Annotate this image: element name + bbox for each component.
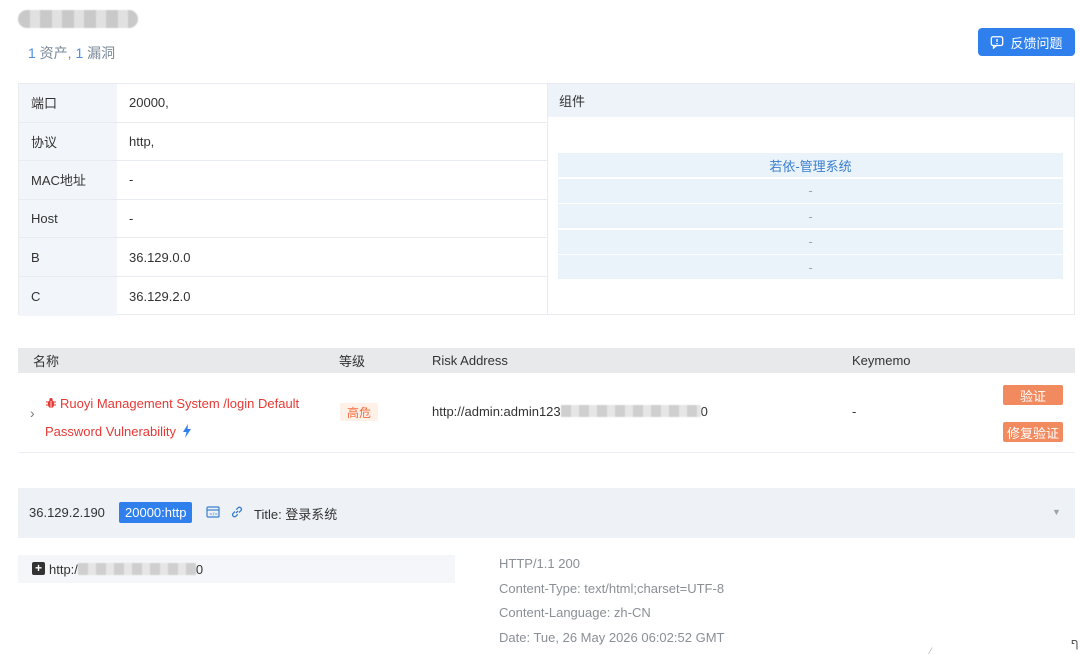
- bolt-icon: [183, 424, 192, 438]
- caret-down-icon[interactable]: ▼: [1052, 507, 1061, 517]
- service-title: Title: 登录系统: [254, 507, 338, 522]
- code-window-icon[interactable]: </>: [206, 505, 220, 519]
- risk-address-suffix: 0: [700, 404, 708, 419]
- info-row-host: Host -: [19, 199, 547, 239]
- column-header-name: 名称: [33, 354, 60, 369]
- info-row-mac: MAC地址 -: [19, 161, 547, 200]
- component-item: -: [558, 204, 1063, 228]
- info-value: 20000,: [129, 95, 169, 111]
- vuln-label: 漏洞: [83, 45, 116, 61]
- components-list: 若依-管理系统 - - - -: [558, 153, 1063, 281]
- info-key: 协议: [19, 122, 117, 161]
- column-header-keymemo: Keymemo: [852, 353, 911, 368]
- vuln-table-header: 名称 等级 Risk Address Keymemo: [18, 348, 1075, 373]
- asset-label: 资产,: [35, 45, 76, 61]
- url-row[interactable]: + http:/ 0: [18, 555, 455, 583]
- vuln-table-row: › Ruoyi Management System /login Default…: [18, 373, 1075, 453]
- http-response-headers: HTTP/1.1 200 Content-Type: text/html;cha…: [499, 552, 724, 650]
- service-ip: 36.129.2.190: [29, 505, 105, 520]
- feedback-icon: [991, 36, 1004, 49]
- feedback-label: 反馈问题: [1010, 35, 1063, 51]
- component-item: -: [558, 255, 1063, 279]
- http-line: Date: Tue, 26 May 2026 06:02:52 GMT: [499, 629, 725, 645]
- info-key: 端口: [19, 84, 117, 122]
- severity-badge: 高危: [340, 403, 378, 421]
- floating-widget-icon[interactable]: ף: [1071, 636, 1078, 650]
- vuln-name-link[interactable]: Ruoyi Management System /login Default P…: [45, 390, 325, 446]
- url-suffix: 0: [195, 562, 204, 577]
- components-header: 组件: [548, 84, 1074, 117]
- column-header-level: 等级: [339, 354, 366, 369]
- redacted-page-title: [18, 10, 138, 28]
- service-url: http:/ 0: [49, 562, 203, 577]
- component-item: -: [558, 178, 1063, 203]
- info-key: Host: [19, 199, 117, 238]
- risk-address: http://admin:admin123 0: [432, 404, 708, 419]
- vuln-name-text: Ruoyi Management System /login Default P…: [45, 396, 300, 439]
- resize-handle-icon: ⁄: [930, 646, 932, 654]
- keymemo-value: -: [852, 404, 857, 419]
- http-line: Content-Type: text/html;charset=UTF-8: [499, 580, 725, 596]
- info-value: 36.129.2.0: [129, 288, 191, 304]
- info-value: -: [129, 172, 134, 188]
- info-value: -: [129, 211, 134, 227]
- plus-square-icon[interactable]: +: [32, 562, 45, 575]
- asset-count: 1: [28, 45, 36, 61]
- info-row-c-segment: C 36.129.2.0: [19, 276, 547, 316]
- component-item: -: [558, 229, 1063, 254]
- info-row-port: 端口 20000,: [19, 84, 547, 123]
- asset-summary: 1 资产, 1 漏洞: [28, 43, 115, 63]
- info-key: B: [19, 238, 117, 276]
- svg-text:</>: </>: [209, 512, 218, 518]
- http-line: HTTP/1.1 200: [499, 556, 580, 571]
- feedback-button[interactable]: 反馈问题: [978, 28, 1075, 56]
- components-panel: 组件 若依-管理系统 - - - -: [548, 83, 1075, 315]
- url-prefix: http:/: [49, 562, 78, 577]
- verify-button[interactable]: 验证: [1003, 385, 1063, 405]
- info-key: MAC地址: [19, 161, 117, 199]
- bug-icon: [46, 398, 56, 408]
- info-value: 36.129.0.0: [129, 249, 191, 265]
- info-row-b-segment: B 36.129.0.0: [19, 238, 547, 277]
- risk-address-prefix: http://admin:admin123: [432, 404, 561, 419]
- redacted-segment: [77, 563, 196, 575]
- info-key: C: [19, 276, 117, 316]
- fix-verify-button[interactable]: 修复验证: [1003, 422, 1063, 442]
- column-header-risk-address: Risk Address: [432, 353, 508, 368]
- info-value: http,: [129, 133, 155, 149]
- expand-chevron-icon[interactable]: ›: [30, 405, 35, 421]
- asset-info-table: 端口 20000, 协议 http, MAC地址 - Host - B 36.1…: [18, 83, 548, 316]
- redacted-segment: [560, 405, 701, 417]
- http-line: Content-Language: zh-CN: [499, 605, 651, 620]
- info-row-protocol: 协议 http,: [19, 122, 547, 162]
- link-icon[interactable]: [230, 505, 244, 519]
- component-item[interactable]: 若依-管理系统: [558, 153, 1063, 177]
- port-tag[interactable]: 20000:http: [119, 502, 193, 523]
- service-bar[interactable]: 36.129.2.190 20000:http </> Title: 登录系统 …: [18, 488, 1075, 538]
